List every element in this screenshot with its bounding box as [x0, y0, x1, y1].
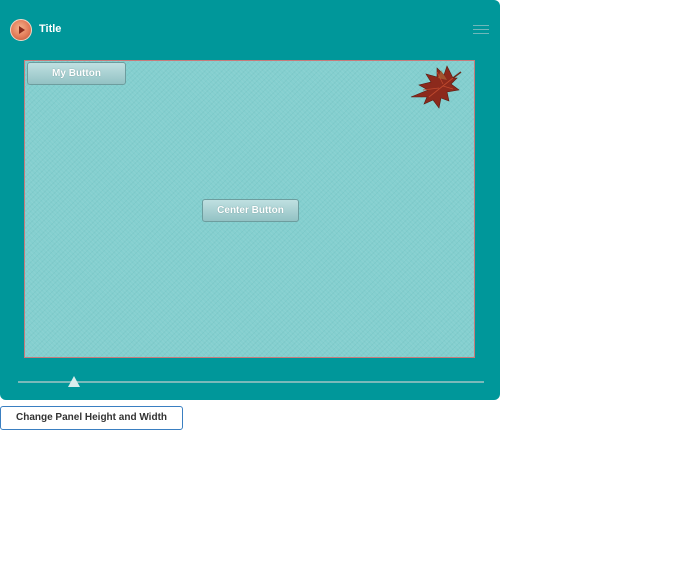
- change-panel-size-button[interactable]: Change Panel Height and Width: [0, 406, 183, 430]
- menu-icon[interactable]: [473, 25, 489, 35]
- title-bar: Title: [0, 0, 500, 58]
- center-button[interactable]: Center Button: [202, 199, 299, 222]
- slider-track[interactable]: [18, 381, 484, 383]
- maple-leaf-icon: [409, 64, 465, 110]
- app-window: Title My Button Center Button: [0, 0, 500, 400]
- my-button[interactable]: My Button: [27, 62, 126, 85]
- slider-thumb[interactable]: [67, 376, 80, 387]
- window-title: Title: [39, 23, 62, 35]
- resizable-panel: My Button Center Button: [24, 60, 475, 358]
- play-icon: [10, 19, 32, 41]
